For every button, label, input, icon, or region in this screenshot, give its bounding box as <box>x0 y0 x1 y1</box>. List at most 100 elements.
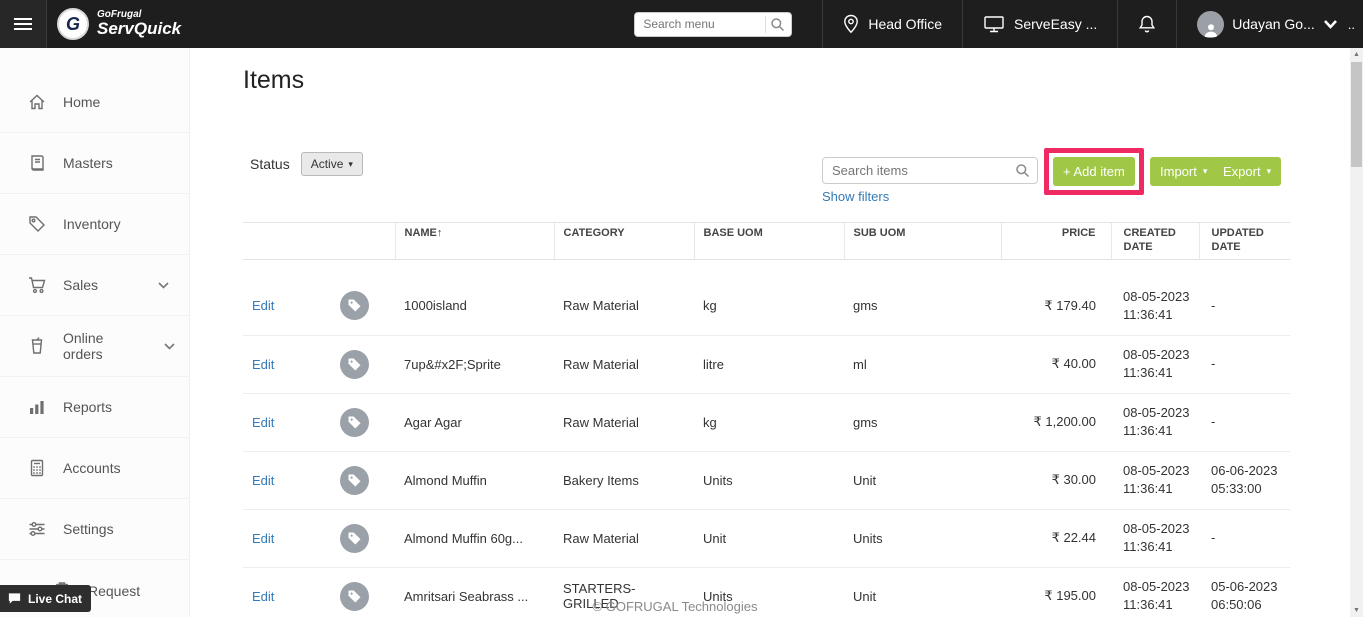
user-name: Udayan Go... <box>1232 16 1315 32</box>
tag-icon[interactable] <box>340 350 369 379</box>
item-updated-date: 05-06-2023 06:50:06 <box>1199 567 1290 617</box>
sidebar-item-label: Settings <box>63 521 114 537</box>
item-name: Almond Muffin 60g... <box>395 509 554 567</box>
scrollbar-thumb[interactable] <box>1351 62 1362 167</box>
drink-icon <box>27 336 47 356</box>
header-name[interactable]: NAME↑ <box>395 223 554 260</box>
sort-ascending-icon: ↑ <box>437 227 443 239</box>
item-category: Bakery Items <box>554 451 694 509</box>
live-chat-button[interactable]: Live Chat <box>0 585 91 612</box>
sidebar-item-label: Accounts <box>63 460 121 476</box>
main-content: Items Status Active ▾ Show filters + Add… <box>190 48 1350 617</box>
scroll-up-button[interactable]: ▲ <box>1350 48 1363 61</box>
item-sub-uom: gms <box>844 277 1001 335</box>
add-item-highlight: + Add item <box>1044 148 1144 195</box>
item-base-uom: kg <box>694 393 844 451</box>
chevron-down-icon <box>158 282 169 289</box>
item-updated-date: - <box>1199 335 1290 393</box>
notifications-button[interactable] <box>1117 0 1176 48</box>
table-row: Edit 7up&#x2F;Sprite Raw Material litre … <box>243 335 1290 393</box>
header-price[interactable]: PRICE <box>1001 223 1111 260</box>
location-selector[interactable]: Head Office <box>822 0 962 48</box>
terminal-label: ServeEasy ... <box>1014 16 1097 32</box>
menu-search <box>634 12 792 37</box>
item-price: ₹ 1,200.00 <box>1001 393 1111 451</box>
import-button[interactable]: Import ▾ <box>1150 157 1217 186</box>
search-icon[interactable] <box>770 17 785 32</box>
item-created-date: 08-05-2023 11:36:41 <box>1111 277 1199 335</box>
user-menu[interactable]: Udayan Go... .. <box>1176 0 1363 48</box>
table-row: Edit Almond Muffin Bakery Items Units Un… <box>243 451 1290 509</box>
tag-icon[interactable] <box>340 291 369 320</box>
tag-icon[interactable] <box>340 408 369 437</box>
edit-link[interactable]: Edit <box>252 473 274 488</box>
edit-link[interactable]: Edit <box>252 298 274 313</box>
item-price: ₹ 195.00 <box>1001 567 1111 617</box>
terminal-icon <box>983 14 1005 34</box>
bar-chart-icon <box>27 397 47 417</box>
edit-link[interactable]: Edit <box>252 357 274 372</box>
terminal-selector[interactable]: ServeEasy ... <box>962 0 1117 48</box>
table-row: Edit Amritsari Seabrass ... STARTERS- GR… <box>243 567 1290 617</box>
sidebar-item-accounts[interactable]: Accounts <box>0 438 189 499</box>
item-created-date: 08-05-2023 11:36:41 <box>1111 335 1199 393</box>
tag-icon[interactable] <box>340 582 369 611</box>
sidebar-item-masters[interactable]: Masters <box>0 133 189 194</box>
header-sub-uom[interactable]: SUB UOM <box>844 223 1001 260</box>
scroll-down-button[interactable]: ▼ <box>1350 604 1363 617</box>
items-table-body: Edit 1000island Raw Material kg gms ₹ 17… <box>243 259 1290 617</box>
hamburger-icon <box>14 18 32 20</box>
topbar: G GoFrugal ServQuick Head Office ServeEa… <box>0 0 1363 48</box>
add-item-button[interactable]: + Add item <box>1053 157 1135 186</box>
cart-icon <box>27 275 47 295</box>
chevron-down-icon <box>1323 19 1338 29</box>
edit-link[interactable]: Edit <box>252 589 274 604</box>
hamburger-menu-button[interactable] <box>0 0 47 48</box>
items-search <box>822 157 1038 184</box>
vertical-scrollbar[interactable]: ▲ ▼ <box>1350 48 1363 617</box>
tag-icon[interactable] <box>340 466 369 495</box>
header-created-date[interactable]: CREATED DATE <box>1111 223 1199 260</box>
edit-link[interactable]: Edit <box>252 415 274 430</box>
item-base-uom: Unit <box>694 509 844 567</box>
item-base-uom: litre <box>694 335 844 393</box>
chat-icon <box>7 591 22 606</box>
sidebar-item-reports[interactable]: Reports <box>0 377 189 438</box>
user-avatar <box>1197 11 1224 38</box>
search-divider <box>765 16 766 33</box>
item-name: 7up&#x2F;Sprite <box>395 335 554 393</box>
item-updated-date: - <box>1199 509 1290 567</box>
sidebar-item-settings[interactable]: Settings <box>0 499 189 560</box>
gofrugal-logo-icon: G <box>57 8 89 40</box>
sidebar-item-label: Inventory <box>63 216 121 232</box>
sidebar-item-online-orders[interactable]: Online orders <box>0 316 189 377</box>
tag-icon[interactable] <box>340 524 369 553</box>
header-base-uom[interactable]: BASE UOM <box>694 223 844 260</box>
sidebar-item-inventory[interactable]: Inventory <box>0 194 189 255</box>
page-title: Items <box>243 66 304 95</box>
export-button[interactable]: Export ▾ <box>1213 157 1281 186</box>
sidebar-item-sales[interactable]: Sales <box>0 255 189 316</box>
item-name: Agar Agar <box>395 393 554 451</box>
status-dropdown[interactable]: Active ▾ <box>301 152 363 176</box>
edit-link[interactable]: Edit <box>252 531 274 546</box>
item-category: Raw Material <box>554 277 694 335</box>
header-updated-date[interactable]: UPDATED DATE <box>1199 223 1290 260</box>
items-search-input[interactable] <box>822 157 1038 184</box>
person-icon <box>1203 22 1219 38</box>
sidebar-item-home[interactable]: Home <box>0 72 189 133</box>
menu-search-input[interactable] <box>634 12 792 37</box>
item-sub-uom: ml <box>844 335 1001 393</box>
sidebar-item-label: Request <box>88 583 140 599</box>
item-updated-date: - <box>1199 277 1290 335</box>
brand-logo[interactable]: G GoFrugal ServQuick <box>47 0 197 48</box>
show-filters-link[interactable]: Show filters <box>822 189 889 204</box>
item-created-date: 08-05-2023 11:36:41 <box>1111 509 1199 567</box>
header-category[interactable]: CATEGORY <box>554 223 694 260</box>
item-category: Raw Material <box>554 509 694 567</box>
item-base-uom: Units <box>694 567 844 617</box>
sidebar-item-label: Sales <box>63 277 98 293</box>
item-created-date: 08-05-2023 11:36:41 <box>1111 567 1199 617</box>
items-table: NAME↑ CATEGORY BASE UOM SUB UOM PRICE CR… <box>243 222 1290 617</box>
search-icon[interactable] <box>1015 163 1030 178</box>
